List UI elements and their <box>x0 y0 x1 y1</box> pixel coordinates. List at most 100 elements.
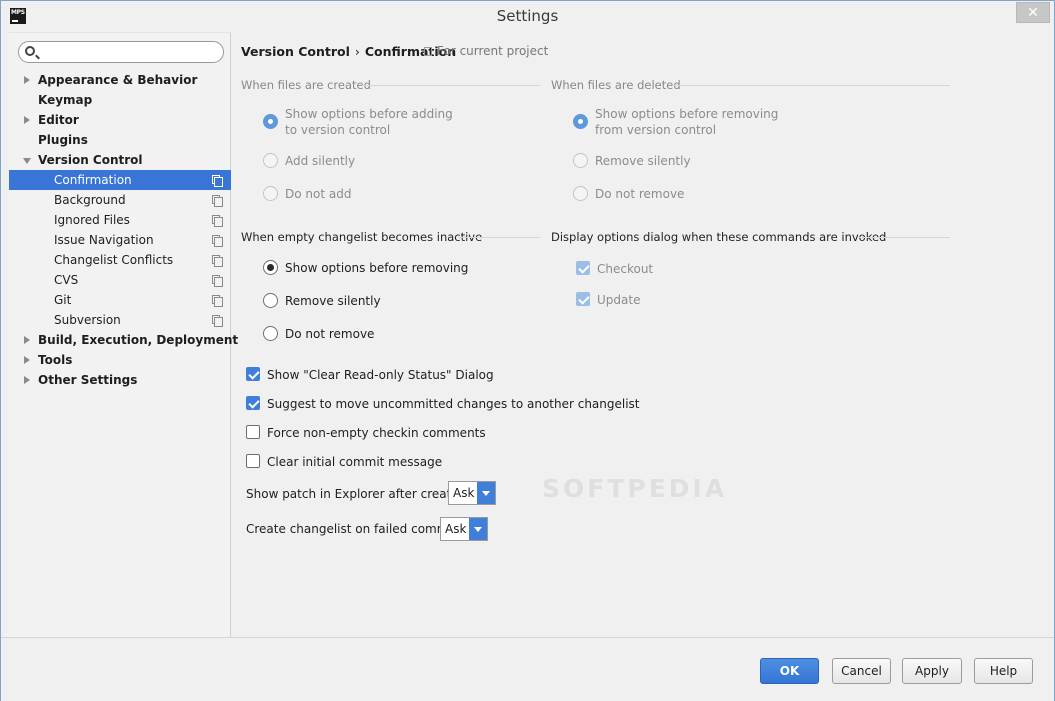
sidebar-item-build-execution-deployment[interactable]: Build, Execution, Deployment <box>9 330 238 350</box>
sidebar-item-editor[interactable]: Editor <box>9 110 231 130</box>
sidebar-item-label: Plugins <box>38 133 88 147</box>
divider <box>362 85 540 86</box>
label-empty-remove-silently: Remove silently <box>285 294 381 308</box>
project-scope-icon <box>212 195 223 207</box>
sidebar-item-label: CVS <box>54 273 79 287</box>
dialog-footer: OK Cancel Apply Help <box>1 637 1054 701</box>
section-title-deleted: When files are deleted <box>551 78 681 92</box>
cancel-button[interactable]: Cancel <box>832 658 891 684</box>
watermark: SOFTPEDIA <box>542 474 728 503</box>
label-force-comments: Force non-empty checkin comments <box>267 426 486 440</box>
label-checkout: Checkout <box>597 262 654 276</box>
sidebar-item-appearance-behavior[interactable]: Appearance & Behavior <box>9 70 231 90</box>
label-created-do-not-add: Do not add <box>285 187 352 201</box>
project-scope-icon <box>212 175 223 187</box>
radio-created-show-options[interactable] <box>263 114 278 129</box>
radio-empty-show-options[interactable] <box>263 260 278 275</box>
label-empty-show-options: Show options before removing <box>285 261 469 275</box>
radio-empty-do-not-remove[interactable] <box>263 326 278 341</box>
sidebar-item-label: Git <box>54 293 72 307</box>
ok-button[interactable]: OK <box>760 658 819 684</box>
search-box[interactable] <box>18 41 224 63</box>
radio-created-add-silently[interactable] <box>263 153 278 168</box>
sidebar-item-subversion[interactable]: Subversion <box>9 310 231 330</box>
radio-deleted-remove-silently[interactable] <box>573 153 588 168</box>
combo-create-changelist-value: Ask <box>445 522 467 536</box>
expanded-arrow-icon[interactable] <box>23 158 31 164</box>
label-deleted-show-options: Show options before removing from version… <box>595 107 779 137</box>
combo-create-changelist[interactable]: Ask <box>440 517 488 541</box>
checkbox-update[interactable] <box>576 292 590 306</box>
sidebar-item-label: Version Control <box>38 153 143 167</box>
project-scope-icon <box>212 235 223 247</box>
label-created-show-options: Show options before adding to version con… <box>285 107 453 137</box>
collapsed-arrow-icon[interactable] <box>24 76 30 84</box>
sidebar-item-label: Keymap <box>38 93 93 107</box>
help-button[interactable]: Help <box>974 658 1033 684</box>
combo-show-patch-value: Ask <box>453 486 475 500</box>
sidebar-item-label: Issue Navigation <box>54 233 154 247</box>
radio-deleted-do-not-remove[interactable] <box>573 186 588 201</box>
settings-tree: Appearance & Behavior Keymap Editor Plugins… <box>9 70 238 390</box>
sidebar-item-plugins[interactable]: Plugins <box>9 130 231 150</box>
checkbox-clear-readonly[interactable] <box>246 367 260 381</box>
label-created-add-silently: Add silently <box>285 154 356 168</box>
radio-deleted-show-options[interactable] <box>573 114 588 129</box>
sidebar-item-tools[interactable]: Tools <box>9 350 231 370</box>
sidebar-item-cvs[interactable]: CVS <box>9 270 231 290</box>
project-scope-icon <box>212 255 223 267</box>
label-deleted-do-not-remove: Do not remove <box>595 187 685 201</box>
scope-text: For current project <box>437 44 549 58</box>
project-scope-icon <box>212 295 223 307</box>
label-clear-readonly: Show "Clear Read-only Status" Dialog <box>267 368 494 382</box>
chevron-down-icon[interactable] <box>477 482 495 504</box>
label-empty-do-not-remove: Do not remove <box>285 327 375 341</box>
title-bar[interactable]: MPS Settings ✕ <box>1 1 1054 32</box>
sidebar-item-confirmation[interactable]: Confirmation <box>9 170 231 190</box>
collapsed-arrow-icon[interactable] <box>24 376 30 384</box>
sidebar-item-background[interactable]: Background <box>9 190 231 210</box>
sidebar-item-changelist-conflicts[interactable]: Changelist Conflicts <box>9 250 231 270</box>
scope-label: For current project <box>424 44 548 58</box>
label-deleted-remove-silently: Remove silently <box>595 154 691 168</box>
sidebar-item-label: Ignored Files <box>54 213 130 227</box>
sidebar-item-label: Appearance & Behavior <box>38 73 198 87</box>
label-create-changelist: Create changelist on failed commit: <box>246 522 461 536</box>
sidebar-item-label: Editor <box>38 113 79 127</box>
search-icon <box>25 46 35 56</box>
sidebar-item-version-control[interactable]: Version Control <box>9 150 231 170</box>
sidebar-item-label: Changelist Conflicts <box>54 253 174 267</box>
radio-empty-remove-silently[interactable] <box>263 293 278 308</box>
sidebar-item-ignored-files[interactable]: Ignored Files <box>9 210 231 230</box>
close-icon: ✕ <box>1027 5 1039 21</box>
chevron-down-icon[interactable] <box>469 518 487 540</box>
combo-show-patch[interactable]: Ask <box>448 481 496 505</box>
apply-button[interactable]: Apply <box>902 658 962 684</box>
checkbox-clear-initial[interactable] <box>246 454 260 468</box>
sidebar-item-keymap[interactable]: Keymap <box>9 90 231 110</box>
sidebar-item-git[interactable]: Git <box>9 290 231 310</box>
project-scope-icon <box>212 215 223 227</box>
checkbox-suggest-move[interactable] <box>246 396 260 410</box>
collapsed-arrow-icon[interactable] <box>24 116 30 124</box>
sidebar-item-issue-navigation[interactable]: Issue Navigation <box>9 230 231 250</box>
breadcrumb-parent: Version Control <box>241 44 350 59</box>
collapsed-arrow-icon[interactable] <box>24 336 30 344</box>
sidebar-item-label: Background <box>54 193 126 207</box>
sidebar-item-label: Confirmation <box>54 173 132 187</box>
section-title-created: When files are created <box>241 78 371 92</box>
sidebar-item-label: Subversion <box>54 313 121 327</box>
close-button[interactable]: ✕ <box>1016 2 1050 23</box>
checkbox-force-comments[interactable] <box>246 425 260 439</box>
confirmation-panel: Version Control › Confirmation For current… <box>232 32 1052 637</box>
collapsed-arrow-icon[interactable] <box>24 356 30 364</box>
settings-window: MPS Settings ✕ Appearance & Behavior Keym… <box>0 0 1055 701</box>
sidebar-item-other-settings[interactable]: Other Settings <box>9 370 231 390</box>
project-scope-icon <box>212 275 223 287</box>
checkbox-checkout[interactable] <box>576 261 590 275</box>
project-scope-icon <box>424 47 432 56</box>
divider <box>858 237 950 238</box>
radio-created-do-not-add[interactable] <box>263 186 278 201</box>
divider <box>458 237 540 238</box>
search-input[interactable] <box>39 43 219 61</box>
